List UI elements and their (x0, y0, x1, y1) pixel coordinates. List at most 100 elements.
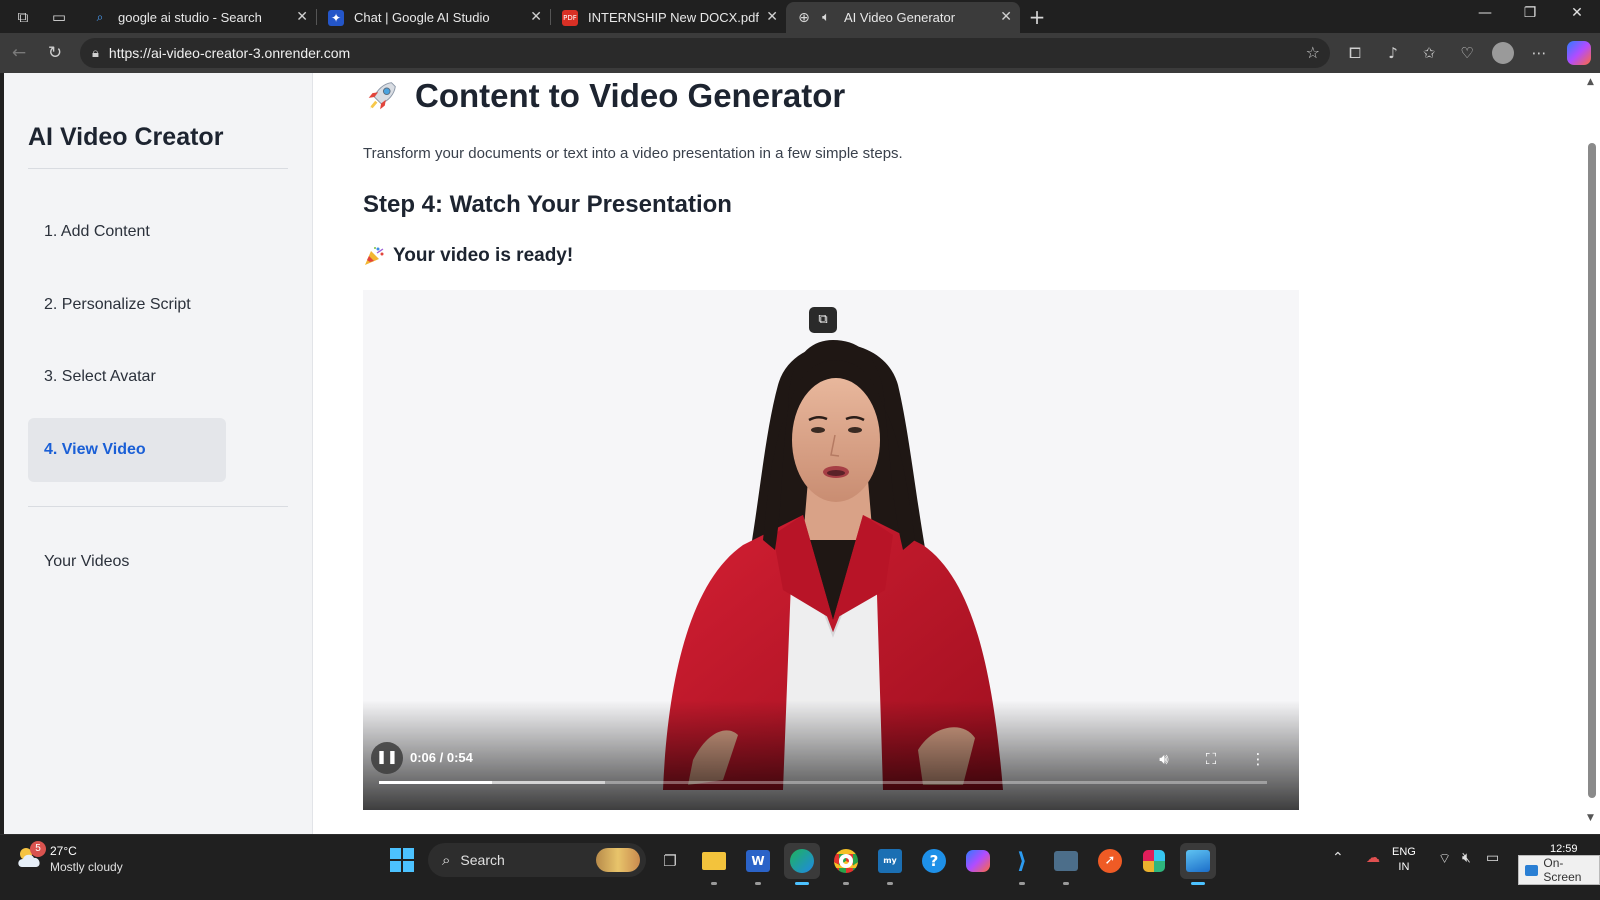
picture-in-picture-icon[interactable]: ⧉ (809, 307, 837, 333)
brand-title: AI Video Creator (28, 123, 224, 151)
close-window-icon[interactable]: ✕ (1562, 5, 1592, 27)
page-scrollbar[interactable]: ▲ ▼ (1584, 73, 1600, 848)
slack-icon[interactable] (1136, 843, 1172, 879)
tab-actions-icon[interactable]: ▭ (48, 6, 70, 28)
sidebar-item-select-avatar[interactable]: 3. Select Avatar (28, 345, 226, 409)
tab-ai-studio[interactable]: ✦ Chat | Google AI Studio ✕ (318, 2, 550, 33)
new-tab-icon[interactable]: + (1026, 5, 1048, 29)
tab-title: INTERNSHIP New DOCX.pdf (588, 10, 759, 25)
favorite-star-icon[interactable]: ☆ (1306, 43, 1320, 62)
chrome-icon[interactable] (828, 843, 864, 885)
ready-message: Your video is ready! (363, 245, 573, 267)
sidebar: AI Video Creator 1. Add Content 2. Perso… (4, 73, 313, 848)
rocket-icon (368, 82, 396, 110)
mysql-workbench-icon[interactable]: my (872, 843, 908, 885)
web-page: AI Video Creator 1. Add Content 2. Perso… (4, 73, 1600, 848)
clock-time[interactable]: 12:59 (1550, 843, 1578, 855)
more-menu-icon[interactable]: ⋯ (1528, 42, 1550, 64)
more-options-icon[interactable]: ⋮ (1247, 748, 1269, 770)
extensions-icon[interactable]: ⧠ (1344, 42, 1366, 64)
word-icon[interactable]: W (740, 843, 776, 885)
search-favicon-icon: ⌕ (96, 10, 104, 24)
close-tab-icon[interactable]: ✕ (1000, 9, 1012, 25)
globe-favicon-icon: ⊕ (798, 9, 810, 26)
scroll-down-icon[interactable]: ▼ (1587, 813, 1594, 823)
browser-tab-bar: ⧉ ▭ ⌕ google ai studio - Search ✕ ✦ Chat… (0, 0, 1600, 33)
played-bar (379, 781, 492, 784)
weather-condition[interactable]: Mostly cloudy (50, 860, 123, 874)
tab-search[interactable]: ⌕ google ai studio - Search ✕ (82, 2, 316, 33)
scrollbar-thumb[interactable] (1588, 143, 1596, 798)
seek-bar[interactable] (379, 781, 1267, 784)
video-player[interactable]: ⧉ ❚❚ 0:06 / 0:54 🔊︎ ⛶ ⋮ (363, 290, 1299, 810)
main-content: Content to Video Generator Transform you… (313, 73, 1573, 848)
browser-essentials-icon[interactable]: ♡ (1456, 42, 1478, 64)
page-subtitle: Transform your documents or text into a … (363, 145, 903, 162)
postman-icon[interactable]: ➚ (1092, 843, 1128, 879)
favorites-icon[interactable]: ✩ (1418, 42, 1440, 64)
sidebar-item-view-video[interactable]: 4. View Video (28, 418, 226, 482)
on-screen-keyboard-toast[interactable]: On-Screen (1518, 855, 1600, 885)
search-icon: ⌕ (442, 851, 451, 869)
start-windows-icon[interactable] (390, 848, 414, 872)
address-bar[interactable]: 🔒︎ https://ai-video-creator-3.onrender.c… (80, 38, 1330, 68)
taskbar: 5 27°C Mostly cloudy ⌕ Search ❐ W my ? ⟩… (0, 834, 1600, 900)
url-text[interactable]: https://ai-video-creator-3.onrender.com (109, 45, 350, 61)
minimize-icon[interactable]: — (1470, 5, 1500, 27)
divider (28, 506, 288, 507)
file-explorer-icon[interactable] (696, 843, 732, 885)
keyboard-icon (1525, 864, 1539, 876)
close-tab-icon[interactable]: ✕ (296, 9, 308, 25)
osk-label: On-Screen (1543, 856, 1582, 884)
vscode-icon[interactable]: ⟩ (1004, 843, 1040, 885)
sidebar-item-add-content[interactable]: 1. Add Content (28, 200, 226, 264)
tab-ai-video-generator[interactable]: ⊕ 🔈︎ AI Video Generator ✕ (786, 2, 1020, 33)
refresh-icon[interactable]: ↻ (44, 42, 66, 64)
task-view-icon[interactable]: ❐ (652, 843, 688, 879)
wifi-icon[interactable]: ⌔ (1438, 850, 1451, 868)
help-icon[interactable]: ? (916, 843, 952, 879)
photos-app-icon[interactable] (1180, 843, 1216, 885)
language-indicator[interactable]: ENG IN (1392, 845, 1416, 875)
taskbar-search[interactable]: ⌕ Search (428, 843, 646, 877)
terminal-icon[interactable] (1048, 843, 1084, 885)
edge-browser-icon[interactable] (784, 843, 820, 885)
language-code: ENG (1392, 846, 1416, 858)
ready-text: Your video is ready! (393, 245, 574, 266)
search-highlight-icon (596, 848, 640, 872)
page-title-text: Content to Video Generator (415, 77, 846, 114)
split-screen-icon[interactable]: ♪ (1382, 42, 1404, 64)
battery-icon[interactable]: ▭ (1486, 850, 1499, 866)
muted-speaker-icon[interactable]: 🔇︎ (1462, 850, 1471, 866)
workspaces-icon[interactable]: ⧉ (12, 6, 34, 28)
sidebar-item-personalize-script[interactable]: 2. Personalize Script (28, 273, 226, 337)
close-tab-icon[interactable]: ✕ (766, 9, 778, 25)
profile-avatar-icon[interactable] (1492, 42, 1514, 64)
region-code: IN (1398, 861, 1410, 873)
back-icon[interactable]: ← (8, 42, 30, 64)
pdf-favicon-icon: PDF (562, 9, 578, 26)
taskbar-search-placeholder: Search (460, 852, 505, 868)
divider (28, 168, 288, 169)
copilot-app-icon[interactable] (960, 843, 996, 879)
tab-title: google ai studio - Search (118, 10, 262, 25)
pause-button[interactable]: ❚❚ (371, 742, 403, 774)
fullscreen-icon[interactable]: ⛶ (1200, 748, 1222, 770)
party-popper-icon (365, 247, 384, 265)
copilot-icon[interactable] (1567, 41, 1591, 65)
lock-icon[interactable]: 🔒︎ (92, 46, 99, 61)
sidebar-item-your-videos[interactable]: Your Videos (28, 530, 226, 594)
onedrive-error-icon[interactable]: ☁ (1366, 850, 1380, 866)
page-title: Content to Video Generator (363, 77, 845, 115)
restore-icon[interactable]: ❐ (1515, 5, 1545, 27)
step-heading: Step 4: Watch Your Presentation (363, 191, 732, 218)
speaker-icon[interactable]: 🔈︎ (818, 10, 834, 26)
weather-temperature[interactable]: 27°C (50, 844, 77, 858)
tab-title: AI Video Generator (844, 10, 956, 25)
address-bar-row: ← ↻ 🔒︎ https://ai-video-creator-3.onrend… (0, 33, 1600, 73)
show-hidden-icons[interactable]: ⌃ (1332, 850, 1344, 866)
scroll-up-icon[interactable]: ▲ (1587, 77, 1594, 87)
tab-pdf[interactable]: PDF INTERNSHIP New DOCX.pdf ✕ (552, 2, 786, 33)
close-tab-icon[interactable]: ✕ (530, 9, 542, 25)
volume-icon[interactable]: 🔊︎ (1153, 748, 1175, 770)
